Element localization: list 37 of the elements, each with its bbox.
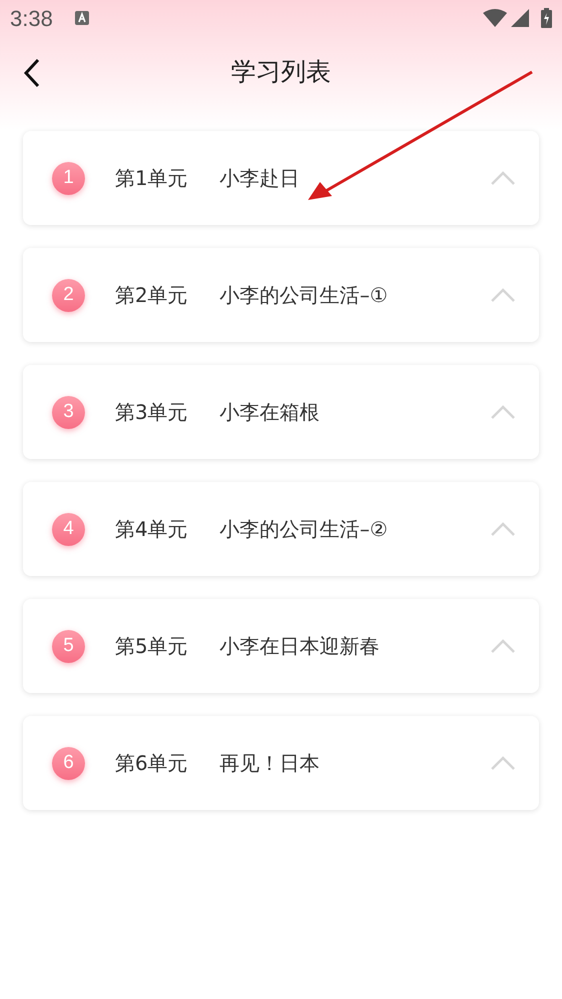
unit-label: 第4单元 [115, 516, 188, 543]
chevron-up-icon [491, 639, 515, 653]
unit-card[interactable]: 2 第2单元 小李的公司生活–① [23, 248, 539, 342]
unit-number-badge: 6 [52, 746, 85, 780]
unit-card[interactable]: 6 第6单元 再见！日本 [23, 716, 539, 810]
unit-card[interactable]: 4 第4单元 小李的公司生活–② [23, 482, 539, 576]
unit-card[interactable]: 1 第1单元 小李赴日 [23, 131, 539, 225]
unit-label: 第2单元 [115, 282, 188, 309]
unit-label: 第3单元 [115, 399, 188, 426]
unit-number-badge: 5 [52, 630, 85, 662]
back-icon [23, 58, 41, 88]
unit-title: 小李赴日 [220, 165, 301, 192]
unit-label: 第1单元 [115, 165, 188, 192]
unit-number-badge: 4 [52, 512, 85, 546]
chevron-up-icon [491, 171, 515, 185]
notification-icon [74, 11, 89, 25]
unit-number-badge: 3 [52, 396, 85, 428]
wifi-icon [483, 9, 507, 27]
chevron-up-icon [491, 522, 515, 536]
unit-number-badge: 1 [52, 162, 85, 194]
unit-card[interactable]: 3 第3单元 小李在箱根 [23, 365, 539, 459]
chevron-up-icon [491, 756, 515, 770]
unit-title: 小李的公司生活–① [220, 282, 389, 309]
unit-title: 再见！日本 [220, 750, 321, 777]
unit-title: 小李在日本迎新春 [220, 633, 381, 660]
unit-card[interactable]: 5 第5单元 小李在日本迎新春 [23, 599, 539, 693]
chevron-up-icon [491, 405, 515, 419]
unit-label: 第5单元 [115, 633, 188, 660]
chevron-up-icon [491, 288, 515, 302]
status-time: 3:38 [10, 4, 53, 32]
page-title: 学习列表 [231, 56, 331, 88]
unit-label: 第6单元 [115, 750, 188, 777]
unit-title: 小李的公司生活–② [220, 516, 389, 543]
unit-title: 小李在箱根 [220, 399, 321, 426]
signal-icon [511, 9, 529, 27]
battery-icon [541, 8, 552, 28]
unit-number-badge: 2 [52, 278, 85, 312]
